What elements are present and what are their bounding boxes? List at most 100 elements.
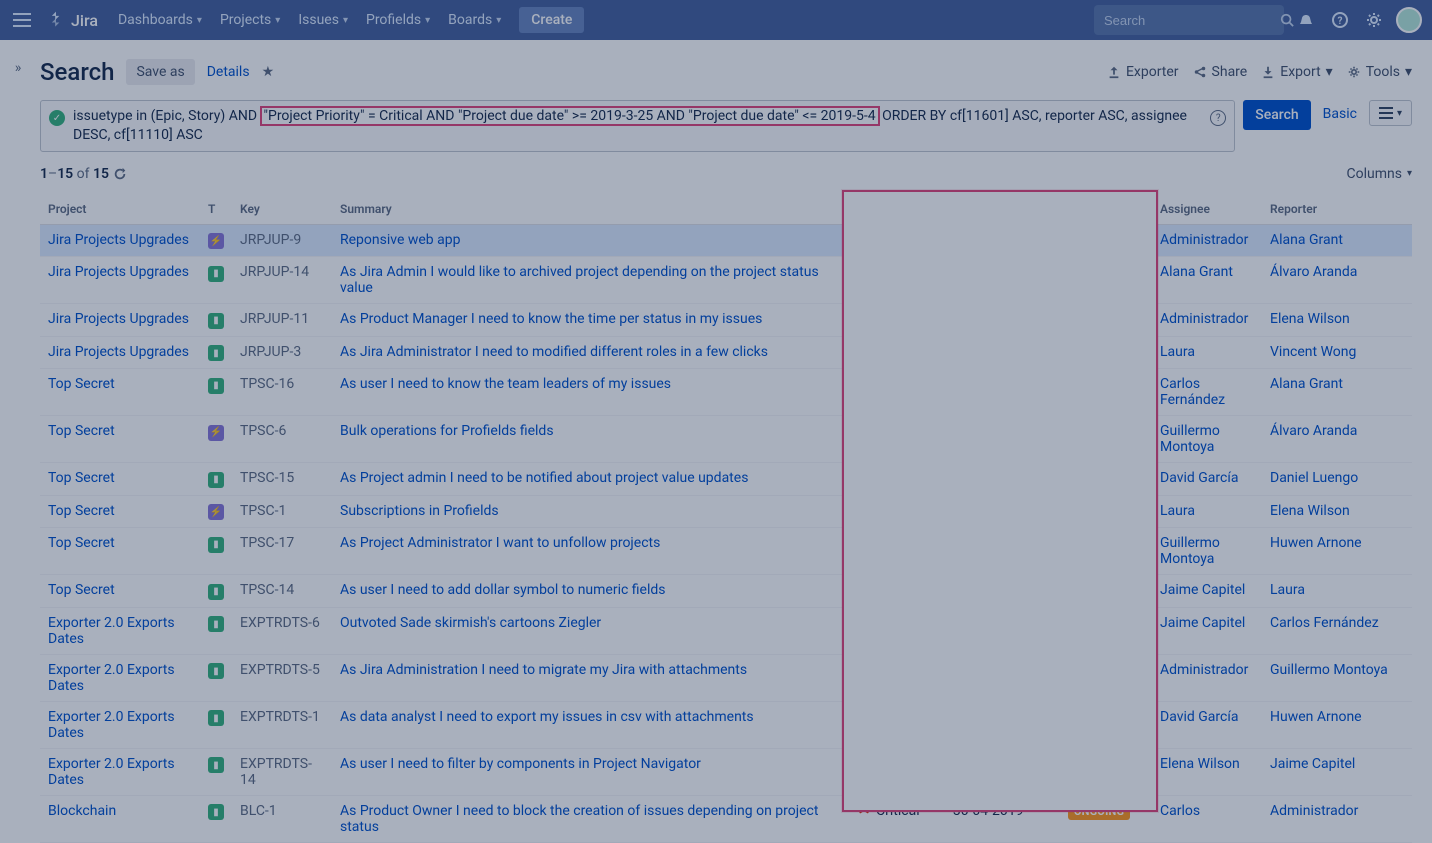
issue-key-link[interactable]: EXPTRDTS-5 xyxy=(240,662,320,678)
issue-key-link[interactable]: JRPJUP-14 xyxy=(240,264,309,280)
reporter-link[interactable]: Elena Wilson xyxy=(1270,503,1350,519)
jql-help-icon[interactable]: ? xyxy=(1210,110,1226,126)
summary-link[interactable]: As user I need to add dollar symbol to n… xyxy=(340,582,666,598)
col-header[interactable]: Project xyxy=(40,194,200,225)
assignee-link[interactable]: Elena Wilson xyxy=(1160,756,1240,772)
issue-key-link[interactable]: JRPJUP-11 xyxy=(240,311,309,327)
reporter-link[interactable]: Huwen Arnone xyxy=(1270,709,1362,725)
reporter-link[interactable]: Álvaro Aranda xyxy=(1270,264,1357,280)
project-link[interactable]: Top Secret xyxy=(48,376,115,392)
create-button[interactable]: Create xyxy=(519,7,584,33)
assignee-link[interactable]: Alana Grant xyxy=(1160,264,1233,280)
table-row[interactable]: Top Secret ▮ TPSC-16 As user I need to k… xyxy=(40,369,1412,416)
view-mode-button[interactable]: ▾ xyxy=(1369,100,1412,126)
nav-boards[interactable]: Boards▾ xyxy=(440,8,509,32)
summary-link[interactable]: Outvoted Sade skirmish's cartoons Ziegle… xyxy=(340,615,601,631)
nav-profields[interactable]: Profields▾ xyxy=(358,8,438,32)
issue-key-link[interactable]: TPSC-1 xyxy=(240,503,286,519)
issue-key-link[interactable]: TPSC-17 xyxy=(240,535,294,551)
assignee-link[interactable]: Administrador xyxy=(1160,311,1248,327)
reporter-link[interactable]: Elena Wilson xyxy=(1270,311,1350,327)
columns-button[interactable]: Columns ▾ xyxy=(1347,166,1412,182)
table-row[interactable]: Jira Projects Upgrades ▮ JRPJUP-14 As Ji… xyxy=(40,257,1412,304)
project-link[interactable]: Jira Projects Upgrades xyxy=(48,232,189,248)
table-row[interactable]: Exporter 2.0 Exports Dates ▮ EXPTRDTS-14… xyxy=(40,748,1412,795)
summary-link[interactable]: As Jira Admin I would like to archived p… xyxy=(340,264,819,296)
jql-input[interactable]: ✓ issuetype in (Epic, Story) AND "Projec… xyxy=(40,100,1235,152)
user-avatar[interactable] xyxy=(1396,7,1422,33)
issue-key-link[interactable]: EXPTRDTS-6 xyxy=(240,615,320,631)
global-search[interactable] xyxy=(1094,5,1284,35)
assignee-link[interactable]: David García xyxy=(1160,470,1238,486)
summary-link[interactable]: As Product Manager I need to know the ti… xyxy=(340,311,762,327)
col-header[interactable]: Project Status xyxy=(1060,194,1152,225)
table-row[interactable]: Blockchain ▮ BLC-1 As Product Owner I ne… xyxy=(40,795,1412,842)
assignee-link[interactable]: David García xyxy=(1160,709,1238,725)
col-header[interactable]: Summary xyxy=(332,194,848,225)
settings-icon[interactable] xyxy=(1362,8,1386,32)
project-link[interactable]: Top Secret xyxy=(48,470,115,486)
table-row[interactable]: Jira Projects Upgrades ▮ JRPJUP-3 As Jir… xyxy=(40,336,1412,369)
reporter-link[interactable]: Laura xyxy=(1270,582,1305,598)
summary-link[interactable]: As Jira Administrator I need to modified… xyxy=(340,344,768,360)
col-header[interactable]: Assignee xyxy=(1152,194,1262,225)
reporter-link[interactable]: Guillermo Montoya xyxy=(1270,662,1388,678)
reporter-link[interactable]: Álvaro Aranda xyxy=(1270,423,1357,439)
table-row[interactable]: Exporter 2.0 Exports Dates ▮ EXPTRDTS-6 … xyxy=(40,607,1412,654)
search-input[interactable] xyxy=(1104,13,1280,28)
issue-key-link[interactable]: EXPTRDTS-14 xyxy=(240,756,312,788)
project-link[interactable]: Top Secret xyxy=(48,423,115,439)
issue-key-link[interactable]: BLC-1 xyxy=(240,803,277,819)
project-link[interactable]: Top Secret xyxy=(48,535,115,551)
project-link[interactable]: Exporter 2.0 Exports Dates xyxy=(48,709,175,741)
project-link[interactable]: Exporter 2.0 Exports Dates xyxy=(48,756,175,788)
issue-key-link[interactable]: EXPTRDTS-1 xyxy=(240,709,320,725)
issue-key-link[interactable]: TPSC-14 xyxy=(240,582,294,598)
table-row[interactable]: Jira Projects Upgrades ⚡ JRPJUP-9 Repons… xyxy=(40,224,1412,257)
assignee-link[interactable]: Jaime Capitel xyxy=(1160,615,1245,631)
table-row[interactable]: Top Secret ⚡ TPSC-6 Bulk operations for … xyxy=(40,416,1412,463)
table-row[interactable]: Top Secret ⚡ TPSC-1 Subscriptions in Pro… xyxy=(40,495,1412,528)
project-link[interactable]: Top Secret xyxy=(48,582,115,598)
col-header[interactable]: Key xyxy=(232,194,332,225)
reporter-link[interactable]: Vincent Wong xyxy=(1270,344,1356,360)
refresh-icon[interactable] xyxy=(113,167,127,181)
search-button[interactable]: Search xyxy=(1243,100,1310,130)
share-button[interactable]: Share xyxy=(1193,64,1248,80)
assignee-link[interactable]: Laura xyxy=(1160,344,1195,360)
summary-link[interactable]: Bulk operations for Profields fields xyxy=(340,423,554,439)
issue-key-link[interactable]: TPSC-16 xyxy=(240,376,294,392)
summary-link[interactable]: Subscriptions in Profields xyxy=(340,503,499,519)
table-row[interactable]: Exporter 2.0 Exports Dates ▮ EXPTRDTS-5 … xyxy=(40,654,1412,701)
star-icon[interactable]: ★ xyxy=(262,64,275,80)
export-button[interactable]: Export ▾ xyxy=(1261,64,1332,80)
notifications-icon[interactable] xyxy=(1294,8,1318,32)
table-row[interactable]: Top Secret ▮ TPSC-17 As Project Administ… xyxy=(40,528,1412,575)
details-link[interactable]: Details xyxy=(207,64,250,80)
save-as-button[interactable]: Save as xyxy=(126,59,194,85)
reporter-link[interactable]: Huwen Arnone xyxy=(1270,535,1362,551)
assignee-link[interactable]: Carlos xyxy=(1160,803,1200,819)
assignee-link[interactable]: Administrador xyxy=(1160,232,1248,248)
nav-issues[interactable]: Issues▾ xyxy=(290,8,356,32)
project-link[interactable]: Exporter 2.0 Exports Dates xyxy=(48,662,175,694)
basic-link[interactable]: Basic xyxy=(1319,100,1361,128)
col-header[interactable]: Project Priority xyxy=(848,194,945,225)
project-link[interactable]: Blockchain xyxy=(48,803,116,819)
summary-link[interactable]: Reponsive web app xyxy=(340,232,460,248)
issue-key-link[interactable]: TPSC-6 xyxy=(240,423,286,439)
summary-link[interactable]: As Project Administrator I want to unfol… xyxy=(340,535,660,551)
table-row[interactable]: Exporter 2.0 Exports Dates ▮ EXPTRDTS-1 … xyxy=(40,701,1412,748)
issue-key-link[interactable]: JRPJUP-9 xyxy=(240,232,301,248)
reporter-link[interactable]: Carlos Fernández xyxy=(1270,615,1379,631)
assignee-link[interactable]: Guillermo Montoya xyxy=(1160,535,1220,567)
sidebar-toggle-icon[interactable]: » xyxy=(8,58,28,78)
assignee-link[interactable]: Laura xyxy=(1160,503,1195,519)
assignee-link[interactable]: Carlos Fernández xyxy=(1160,376,1225,408)
issue-key-link[interactable]: TPSC-15 xyxy=(240,470,294,486)
table-row[interactable]: Top Secret ▮ TPSC-15 As Project admin I … xyxy=(40,463,1412,496)
col-header[interactable]: T xyxy=(200,194,232,225)
reporter-link[interactable]: Alana Grant xyxy=(1270,376,1343,392)
reporter-link[interactable]: Alana Grant xyxy=(1270,232,1343,248)
reporter-link[interactable]: Jaime Capitel xyxy=(1270,756,1355,772)
